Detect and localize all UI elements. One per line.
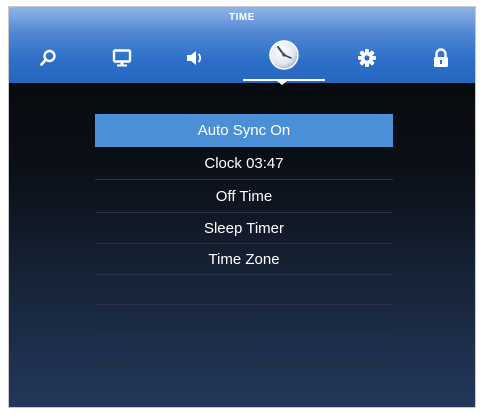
menu-item-clock[interactable]: Clock 03:47 bbox=[95, 147, 393, 180]
gear-icon bbox=[358, 49, 376, 67]
empty-menu-slot bbox=[95, 305, 393, 335]
tab-time[interactable] bbox=[263, 37, 305, 73]
tv-menu-screen: TIME Auto Sync On Clock 03:47 Off Time S… bbox=[8, 6, 476, 408]
monitor-icon bbox=[112, 49, 132, 67]
empty-menu-slot bbox=[95, 275, 393, 305]
active-tab-pointer bbox=[277, 81, 287, 85]
empty-menu-slot bbox=[95, 365, 393, 395]
empty-menu-slot bbox=[95, 335, 393, 365]
tab-search[interactable] bbox=[30, 43, 66, 73]
tab-picture[interactable] bbox=[104, 43, 140, 73]
lock-icon bbox=[434, 48, 448, 67]
menu-item-sleep-timer[interactable]: Sleep Timer bbox=[95, 213, 393, 244]
tab-setup[interactable] bbox=[349, 43, 385, 73]
clock-icon bbox=[269, 40, 299, 70]
time-menu-list: Auto Sync On Clock 03:47 Off Time Sleep … bbox=[95, 114, 393, 395]
menu-item-time-zone[interactable]: Time Zone bbox=[95, 244, 393, 275]
menu-title: TIME bbox=[229, 12, 255, 23]
menu-item-auto-sync[interactable]: Auto Sync On bbox=[95, 114, 393, 147]
tab-lock[interactable] bbox=[423, 43, 459, 73]
speaker-icon bbox=[187, 51, 202, 65]
menu-item-off-time[interactable]: Off Time bbox=[95, 180, 393, 213]
search-icon bbox=[40, 49, 56, 66]
menu-top-bar: TIME bbox=[9, 7, 475, 85]
tab-sound[interactable] bbox=[177, 43, 213, 73]
